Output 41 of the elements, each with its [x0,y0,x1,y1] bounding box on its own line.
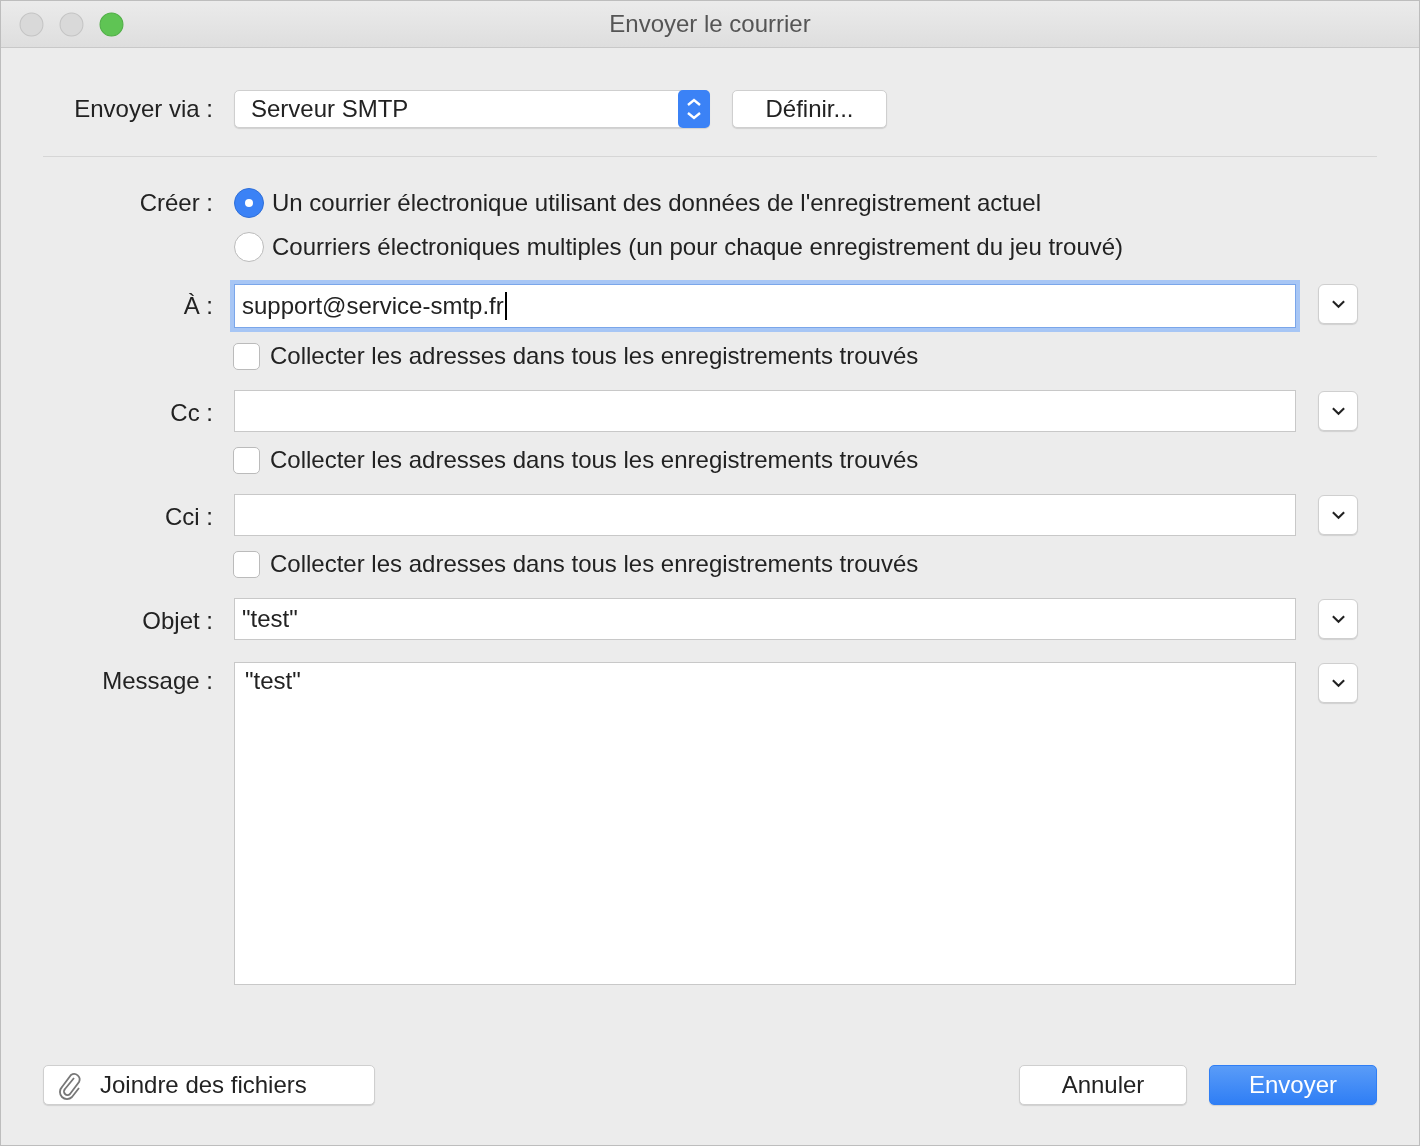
cancel-button[interactable]: Annuler [1019,1065,1187,1105]
message-area[interactable]: "test" [234,662,1296,985]
dropdown-button[interactable] [1318,663,1358,703]
send-via-label: Envoyer via : [73,95,213,123]
chevron-down-icon [1330,406,1346,416]
chevron-down-icon [1330,510,1346,520]
dropdown-button[interactable] [1318,599,1358,639]
radio-button[interactable] [234,232,264,262]
text-field[interactable] [234,390,1296,432]
chevron-down-icon [1330,614,1346,624]
checkbox-label[interactable]: Collecter les adresses dans tous les enregistrements trouvés [270,342,919,370]
checkbox[interactable] [233,446,260,474]
radio-label[interactable]: Courriers électroniques multiples (un pour chaque enregistrement du jeu trouvé) [272,233,1124,261]
radio-button[interactable] [234,188,264,218]
radio-label[interactable]: Un courrier électronique utilisant des données de l'enregistrement actuel [272,189,1042,217]
text-field[interactable]: "test" [234,598,1296,640]
dropdown-arrows-icon [678,90,710,128]
checkbox[interactable] [233,550,260,578]
define-button[interactable]: Définir... [732,90,887,128]
checkbox-label[interactable]: Collecter les adresses dans tous les enregistrements trouvés [270,446,919,474]
field-label: Cci : [164,502,213,532]
zoom-icon[interactable] [99,12,124,37]
checkbox-label[interactable]: Collecter les adresses dans tous les enregistrements trouvés [270,550,919,578]
window-title: Envoyer le courrier [609,10,811,38]
minimize-icon[interactable] [59,12,84,37]
field-label: À : [182,291,213,321]
chevron-down-icon [1330,678,1346,688]
create-label: Créer : [138,188,213,218]
dropdown-button[interactable] [1318,391,1358,431]
server-dropdown[interactable]: Serveur SMTP [234,90,710,128]
text-field[interactable] [234,494,1296,536]
attach-files-button[interactable]: Joindre des fichiers [43,1065,375,1105]
dropdown-button[interactable] [1318,495,1358,535]
close-icon[interactable] [19,12,44,37]
dropdown-button[interactable] [1318,284,1358,324]
checkbox[interactable] [233,342,260,370]
field-label: Cc : [169,398,213,428]
field-label: Message : [101,666,213,696]
field-label: Objet : [141,606,213,636]
chevron-down-icon [1330,299,1346,309]
paperclip-icon [58,1070,82,1100]
